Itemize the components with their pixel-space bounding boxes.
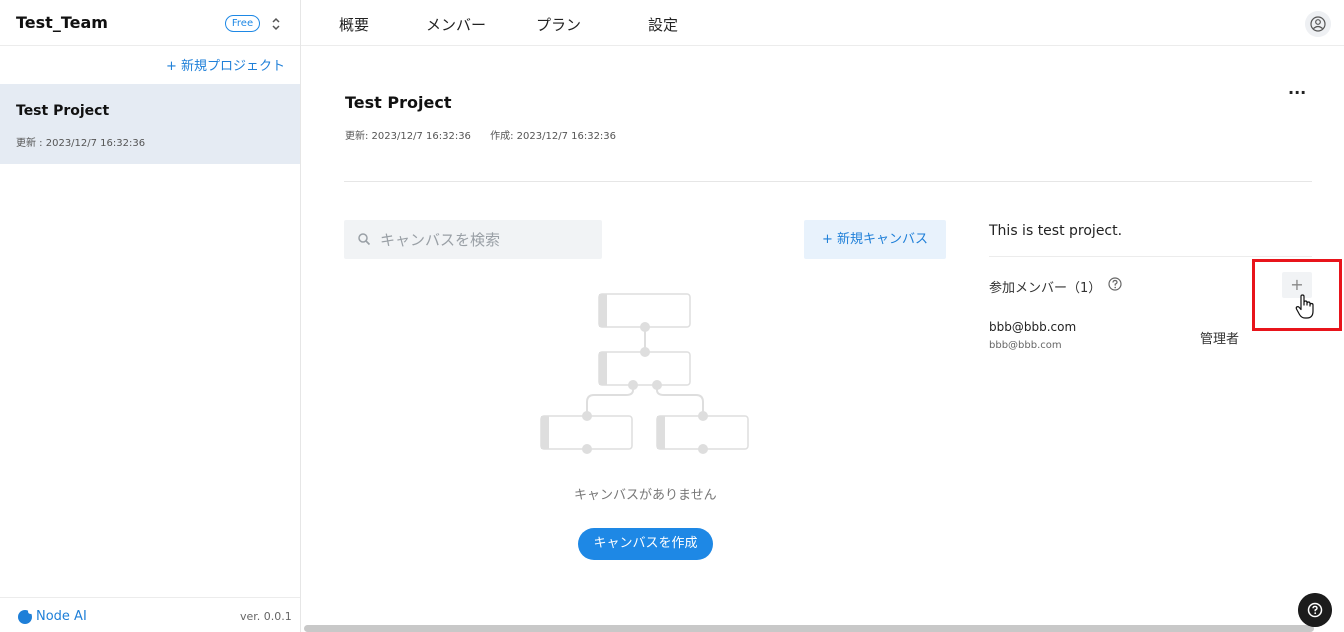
help-fab-icon[interactable] (1298, 593, 1332, 627)
user-account-icon[interactable] (1305, 11, 1331, 37)
hand-pointer-cursor-icon (1295, 294, 1314, 319)
new-project-button[interactable]: + 新規プロジェクト (166, 55, 285, 74)
logo: Node AI (18, 608, 87, 624)
logo-text: Node AI (36, 609, 87, 624)
canvas-search[interactable] (344, 220, 602, 259)
member-email: bbb@bbb.com (989, 340, 1062, 351)
help-icon[interactable] (1108, 277, 1122, 291)
top-nav: 概要 メンバー プラン 設定 (301, 0, 1344, 46)
tab-overview[interactable]: 概要 (339, 14, 369, 35)
project-updated-date: 更新: 2023/12/7 16:32:36 (345, 131, 471, 142)
search-input[interactable] (380, 220, 598, 259)
sidebar: Test_Team Free + 新規プロジェクト Test Project 更… (0, 0, 301, 632)
member-role[interactable]: 管理者 (1200, 328, 1239, 347)
header-divider (344, 181, 1312, 182)
more-menu-button[interactable]: ··· (1288, 85, 1306, 106)
search-icon (358, 233, 371, 246)
chevron-up-down-icon[interactable] (270, 15, 282, 33)
project-name: Test Project (16, 103, 110, 119)
member-name: bbb@bbb.com (989, 320, 1077, 334)
team-name: Test_Team (16, 13, 108, 32)
project-created-date: 作成: 2023/12/7 16:32:36 (490, 131, 617, 142)
new-canvas-button[interactable]: + 新規キャンバス (804, 220, 946, 259)
sidebar-footer: Node AI ver. 0.0.1 (0, 597, 300, 632)
members-heading: 参加メンバー（1） (989, 281, 1102, 296)
empty-state-text: キャンバスがありません (574, 488, 717, 503)
project-description: This is test project. (989, 223, 1123, 239)
panel-divider (989, 256, 1312, 257)
tab-plan[interactable]: プラン (536, 14, 581, 35)
project-updated: 更新 : 2023/12/7 16:32:36 (16, 138, 146, 149)
version-label: ver. 0.0.1 (240, 610, 292, 623)
page-title: Test Project (345, 93, 452, 112)
horizontal-scrollbar[interactable] (304, 625, 1314, 632)
empty-canvas-illustration-icon (540, 293, 749, 454)
plan-badge: Free (225, 15, 260, 32)
tab-members[interactable]: メンバー (426, 14, 486, 35)
node-ai-logo-icon (18, 608, 33, 624)
tab-settings[interactable]: 設定 (648, 14, 678, 35)
sidebar-item-test-project[interactable]: Test Project 更新 : 2023/12/7 16:32:36 (0, 84, 300, 164)
project-dates: 更新: 2023/12/7 16:32:36 作成: 2023/12/7 16:… (345, 127, 632, 142)
team-selector[interactable]: Test_Team Free (0, 0, 300, 46)
create-canvas-button[interactable]: キャンバスを作成 (578, 528, 713, 560)
